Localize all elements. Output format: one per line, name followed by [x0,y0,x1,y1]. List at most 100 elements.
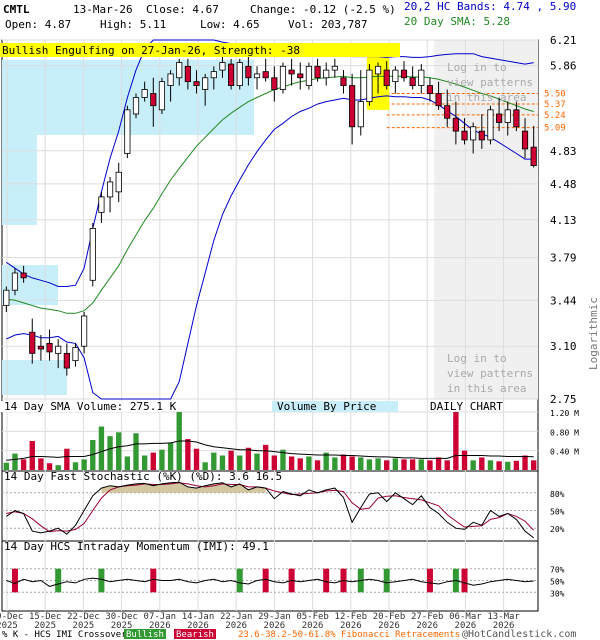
header-bands: 20,2 HC Bands: 4.74 , 5.90 [404,0,576,13]
header-symbol: CMTL [3,3,30,16]
candle-down [340,77,347,86]
candle-down [228,63,235,86]
candle-down [46,342,53,353]
footer-bullish: Bullish [126,630,164,640]
imi-tick-label: 70% [550,566,565,575]
imi-crossover-bearish [426,568,433,593]
volume-bar [20,459,27,470]
pattern-banner: Bullish Engulfing on 27-Jan-26, Strength… [2,44,300,57]
candle-up [89,227,96,281]
login-note-bottom-2: view patterns [447,367,533,380]
volume-bar [271,455,278,470]
daily-chart-label: DAILY CHART [430,400,503,413]
candle-up [210,71,217,79]
candle-down [530,146,537,167]
volume-bar [332,457,338,470]
imi-crossover-bullish [383,568,390,593]
candle-down [37,345,44,350]
volume-title: 14 Day SMA Volume: 275.1 K [4,400,177,413]
fibonacci-label: 5.50 [544,90,566,100]
candle-down [435,93,442,107]
volume-bar [262,444,269,470]
footer-copyright: @HotCandlestick.com [462,629,576,640]
login-note-top-1: Log in to [447,61,507,74]
volume-bar [202,462,208,470]
volume-bar [245,447,252,470]
vbp-title: Volume By Price [277,400,376,413]
imi-crossover-bullish [236,568,243,593]
stoch-title: 14 Day Fast Stochastic (%K) (%D): 3.6 16… [4,470,282,483]
imi-crossover-bearish [262,568,269,593]
price-tick-label: 6.21 [550,34,577,47]
login-note-top-2: view patterns [447,76,533,89]
volume-bar [167,442,174,470]
volume-bar [314,460,321,470]
candle-down [29,331,36,354]
volume-bar [340,454,347,470]
candle-down [521,130,529,150]
volume-bar [418,459,424,470]
login-note-bottom-1: Log in to [447,352,507,365]
stoch-tick-label: 50% [550,508,565,517]
volume-bar [133,433,139,470]
volume-bar [392,458,399,470]
stoch-tick-label: 80% [550,490,565,499]
candle-down [426,85,434,94]
fibonacci-label: 5.09 [544,124,566,134]
volume-by-price-bar [2,265,58,305]
volume-bar [12,453,18,470]
price-tick-label: 4.13 [550,214,577,227]
candle-down [400,69,408,79]
volume-bar [297,458,303,470]
header-close: Close: 4.67 [146,3,219,16]
candle-down [496,113,503,123]
header-low: Low: 4.65 [200,18,260,31]
header-sma: 20 Day SMA: 5.28 [404,15,510,28]
header-open: Open: 4.87 [5,18,71,31]
volume-bar [64,448,70,470]
candle-down [297,73,304,79]
volume-bar [530,460,537,470]
candle-up [98,196,105,213]
header-change: Change: -0.12 (-2.5 %) [250,3,396,16]
volume-bar [254,453,260,470]
volume-tick-label: 1.20 M [550,409,579,418]
y-axis-label: Logarithmic [587,297,600,370]
volume-bar [193,448,200,470]
candle-down [452,117,459,132]
header-volume: Vol: 203,787 [288,18,367,31]
login-note-top-3: in this area [447,91,526,104]
candle-up [72,347,79,362]
candle-up [124,109,131,154]
candle-down [288,69,295,75]
price-tick-label: 3.79 [550,252,577,265]
stoch-tick-label: 20% [550,525,565,534]
fibonacci-label: 5.37 [544,100,566,110]
candle-down [63,352,70,369]
candle-up [357,101,364,128]
imi-crossover-bearish [11,568,18,593]
candle-up [253,73,261,79]
volume-bar [375,458,381,470]
candle-up [141,89,148,98]
fibonacci-label: 5.24 [544,111,566,121]
volume-bar [384,460,390,470]
candle-up [81,315,88,347]
volume-bar [211,452,217,470]
footer-fib-legend: 23.6-38.2-50-61.8% Fibonacci Retracement… [238,630,460,640]
candle-up [219,62,226,71]
candle-up [158,81,166,111]
imi-crossover-bearish [461,568,468,593]
volume-bar [116,432,122,470]
imi-crossover-bearish [150,568,157,593]
volume-bar [306,456,312,470]
footer-bearish: Bearish [176,630,214,640]
candle-down [461,130,468,141]
candle-down [409,77,416,86]
candle-down [513,109,520,128]
candle-down [271,77,278,90]
candle-down [349,85,356,128]
footer-legend-prefix: % K - HCS IMI Crossover, [2,630,132,640]
volume-bar [141,455,148,470]
candle-up [55,345,62,354]
